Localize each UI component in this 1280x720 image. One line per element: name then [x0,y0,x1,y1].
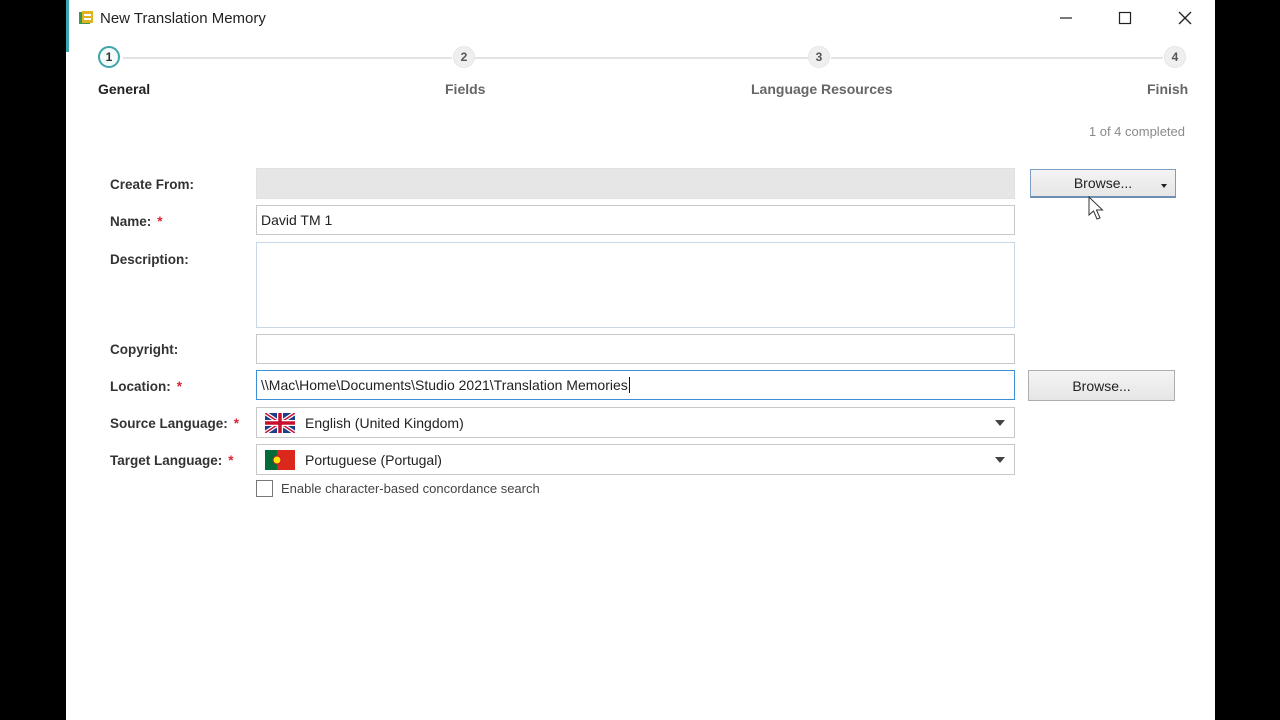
wizard-stepper: 1 2 3 4 General Fields Language Resource… [66,44,1215,104]
dropdown-arrow-icon[interactable] [1161,184,1167,188]
step-language-resources-label[interactable]: Language Resources [751,81,893,97]
required-marker: * [233,416,240,431]
close-icon [1178,11,1192,25]
portugal-flag-icon [265,449,295,470]
create-from-label: Create From: [110,177,195,192]
target-language-label: Target Language: * [110,453,234,468]
step-3-indicator[interactable]: 3 [808,46,830,68]
description-label: Description: [110,252,189,267]
progress-text: 1 of 4 completed [1088,124,1185,139]
name-label: Name: * [110,214,163,229]
step-2-indicator[interactable]: 2 [453,46,475,68]
target-language-select[interactable]: Portuguese (Portugal) [256,444,1015,475]
step-1-indicator[interactable]: 1 [98,46,120,68]
location-browse-button[interactable]: Browse... [1028,370,1175,401]
required-marker: * [157,214,163,229]
step-connector [123,57,452,59]
create-from-browse-button[interactable]: Browse... [1030,169,1176,198]
window-title: New Translation Memory [100,10,266,27]
source-language-select[interactable]: English (United Kingdom) [256,407,1015,438]
location-input[interactable]: \\Mac\Home\Documents\Studio 2021\Transla… [256,370,1015,400]
minimize-icon [1060,17,1072,19]
description-input[interactable] [256,242,1015,328]
source-language-label: Source Language: * [110,416,240,431]
uk-flag-icon [265,412,295,433]
required-marker: * [176,379,183,394]
concordance-checkbox[interactable] [256,480,273,497]
step-finish-label[interactable]: Finish [1147,81,1188,97]
concordance-checkbox-label[interactable]: Enable character-based concordance searc… [281,481,540,496]
minimize-button[interactable] [1043,4,1089,32]
browse-button-label: Browse... [1073,175,1133,191]
location-label: Location: * [110,379,183,394]
copyright-label: Copyright: [110,342,179,357]
step-general-label[interactable]: General [98,81,150,97]
name-input[interactable]: David TM 1 [256,205,1015,235]
maximize-button[interactable] [1102,4,1148,32]
title-bar: New Translation Memory [66,0,1215,36]
step-fields-label[interactable]: Fields [445,81,485,97]
maximize-icon [1118,11,1132,25]
chevron-down-icon [995,419,1005,426]
step-connector [831,57,1163,59]
location-value: \\Mac\Home\Documents\Studio 2021\Transla… [261,377,628,393]
translation-memory-icon [79,11,93,24]
text-caret [628,377,630,393]
step-connector [475,57,808,59]
copyright-input[interactable] [256,334,1015,364]
new-translation-memory-window: New Translation Memory 1 2 3 4 General F… [66,0,1215,720]
create-from-field [256,168,1015,199]
mouse-cursor-icon [1088,196,1104,220]
chevron-down-icon [995,456,1005,463]
window-accent-bar [66,0,69,52]
close-button[interactable] [1162,4,1208,32]
required-marker: * [228,453,234,468]
source-language-value: English (United Kingdom) [305,414,464,431]
target-language-value: Portuguese (Portugal) [305,451,442,468]
step-4-indicator[interactable]: 4 [1164,46,1186,68]
